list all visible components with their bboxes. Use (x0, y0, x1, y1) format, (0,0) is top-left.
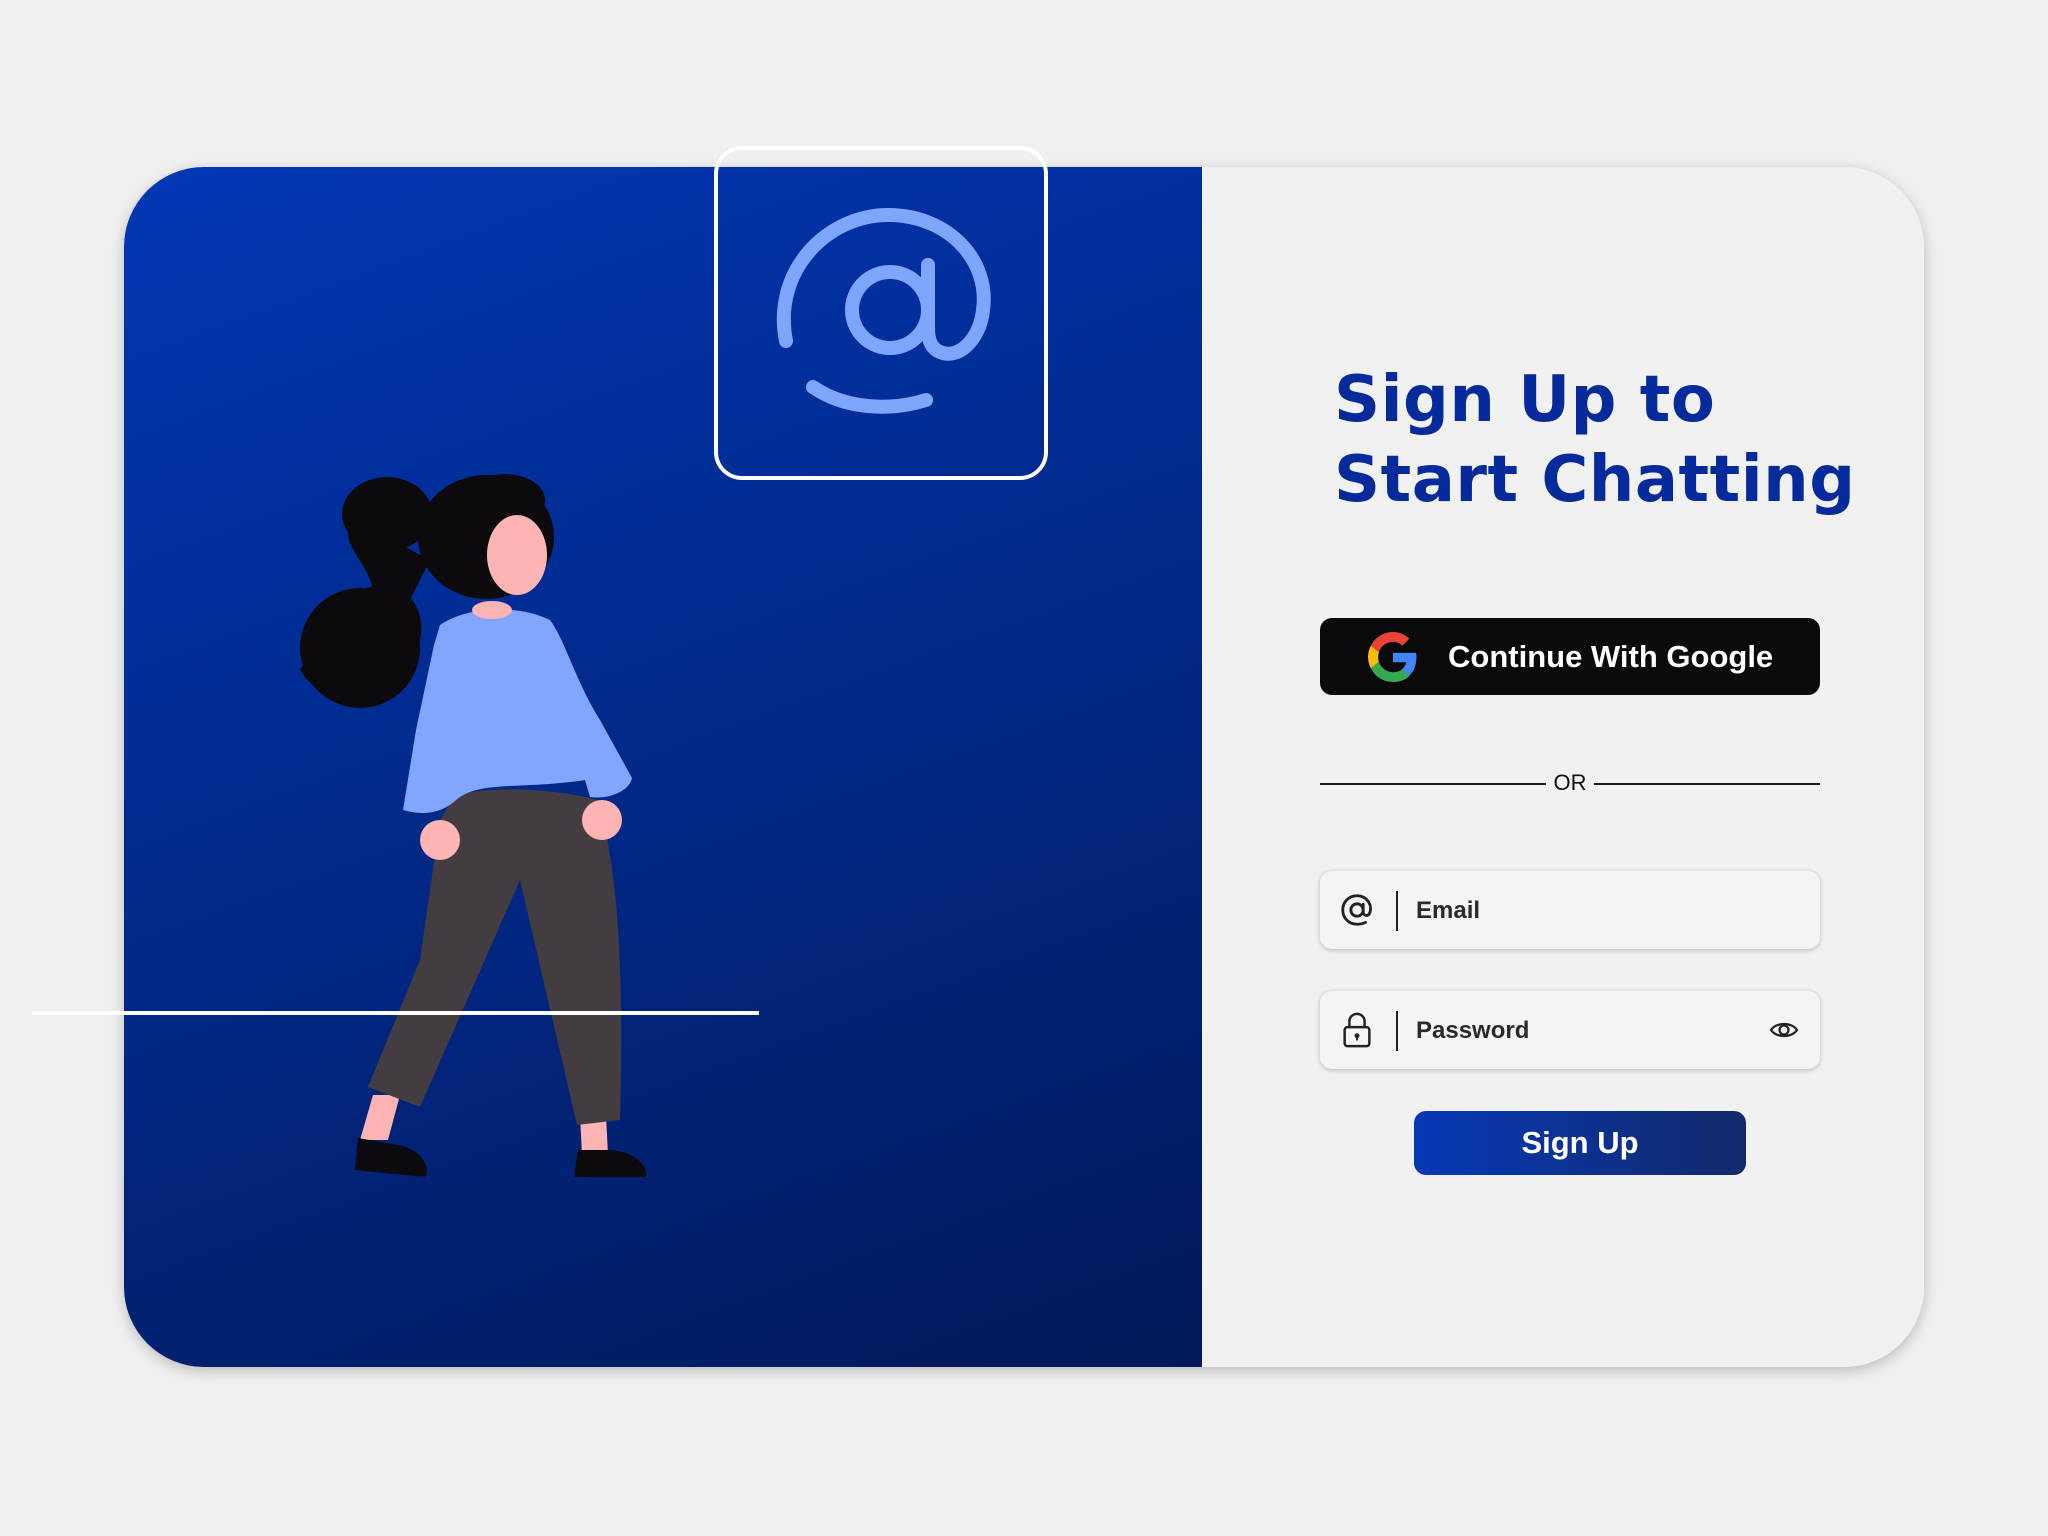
email-separator (1396, 891, 1398, 931)
neck (472, 601, 512, 619)
at-sign-icon (776, 207, 991, 414)
pants (368, 789, 622, 1125)
shirt (403, 609, 632, 813)
divider-line-right (1594, 783, 1820, 785)
or-divider: OR (1320, 768, 1820, 798)
password-field (1320, 991, 1820, 1071)
password-separator (1396, 1011, 1398, 1051)
title-line-1: Sign Up to (1334, 363, 1716, 437)
sign-up-button[interactable]: Sign Up (1414, 1111, 1746, 1175)
hair-shape (300, 477, 432, 708)
head-bun (465, 474, 545, 526)
title-line-2: Start Chatting (1334, 443, 1856, 517)
eye-icon[interactable] (1768, 1016, 1800, 1044)
lock-icon (1343, 1012, 1371, 1048)
ground-line (32, 1011, 759, 1015)
at-sign-icon (1341, 894, 1372, 926)
page-title: Sign Up to Start Chatting (1334, 360, 1856, 520)
at-sign-badge (714, 146, 1048, 480)
right-hand (582, 800, 622, 840)
email-field (1320, 871, 1820, 951)
password-input[interactable] (1414, 991, 1758, 1071)
left-hand (420, 820, 460, 860)
email-input[interactable] (1414, 871, 1758, 951)
google-signin-button[interactable]: Continue With Google (1320, 618, 1820, 695)
google-g-icon (1368, 632, 1417, 682)
form-panel (1202, 167, 1924, 1367)
face (487, 515, 547, 595)
google-button-label: Continue With Google (1448, 639, 1774, 674)
